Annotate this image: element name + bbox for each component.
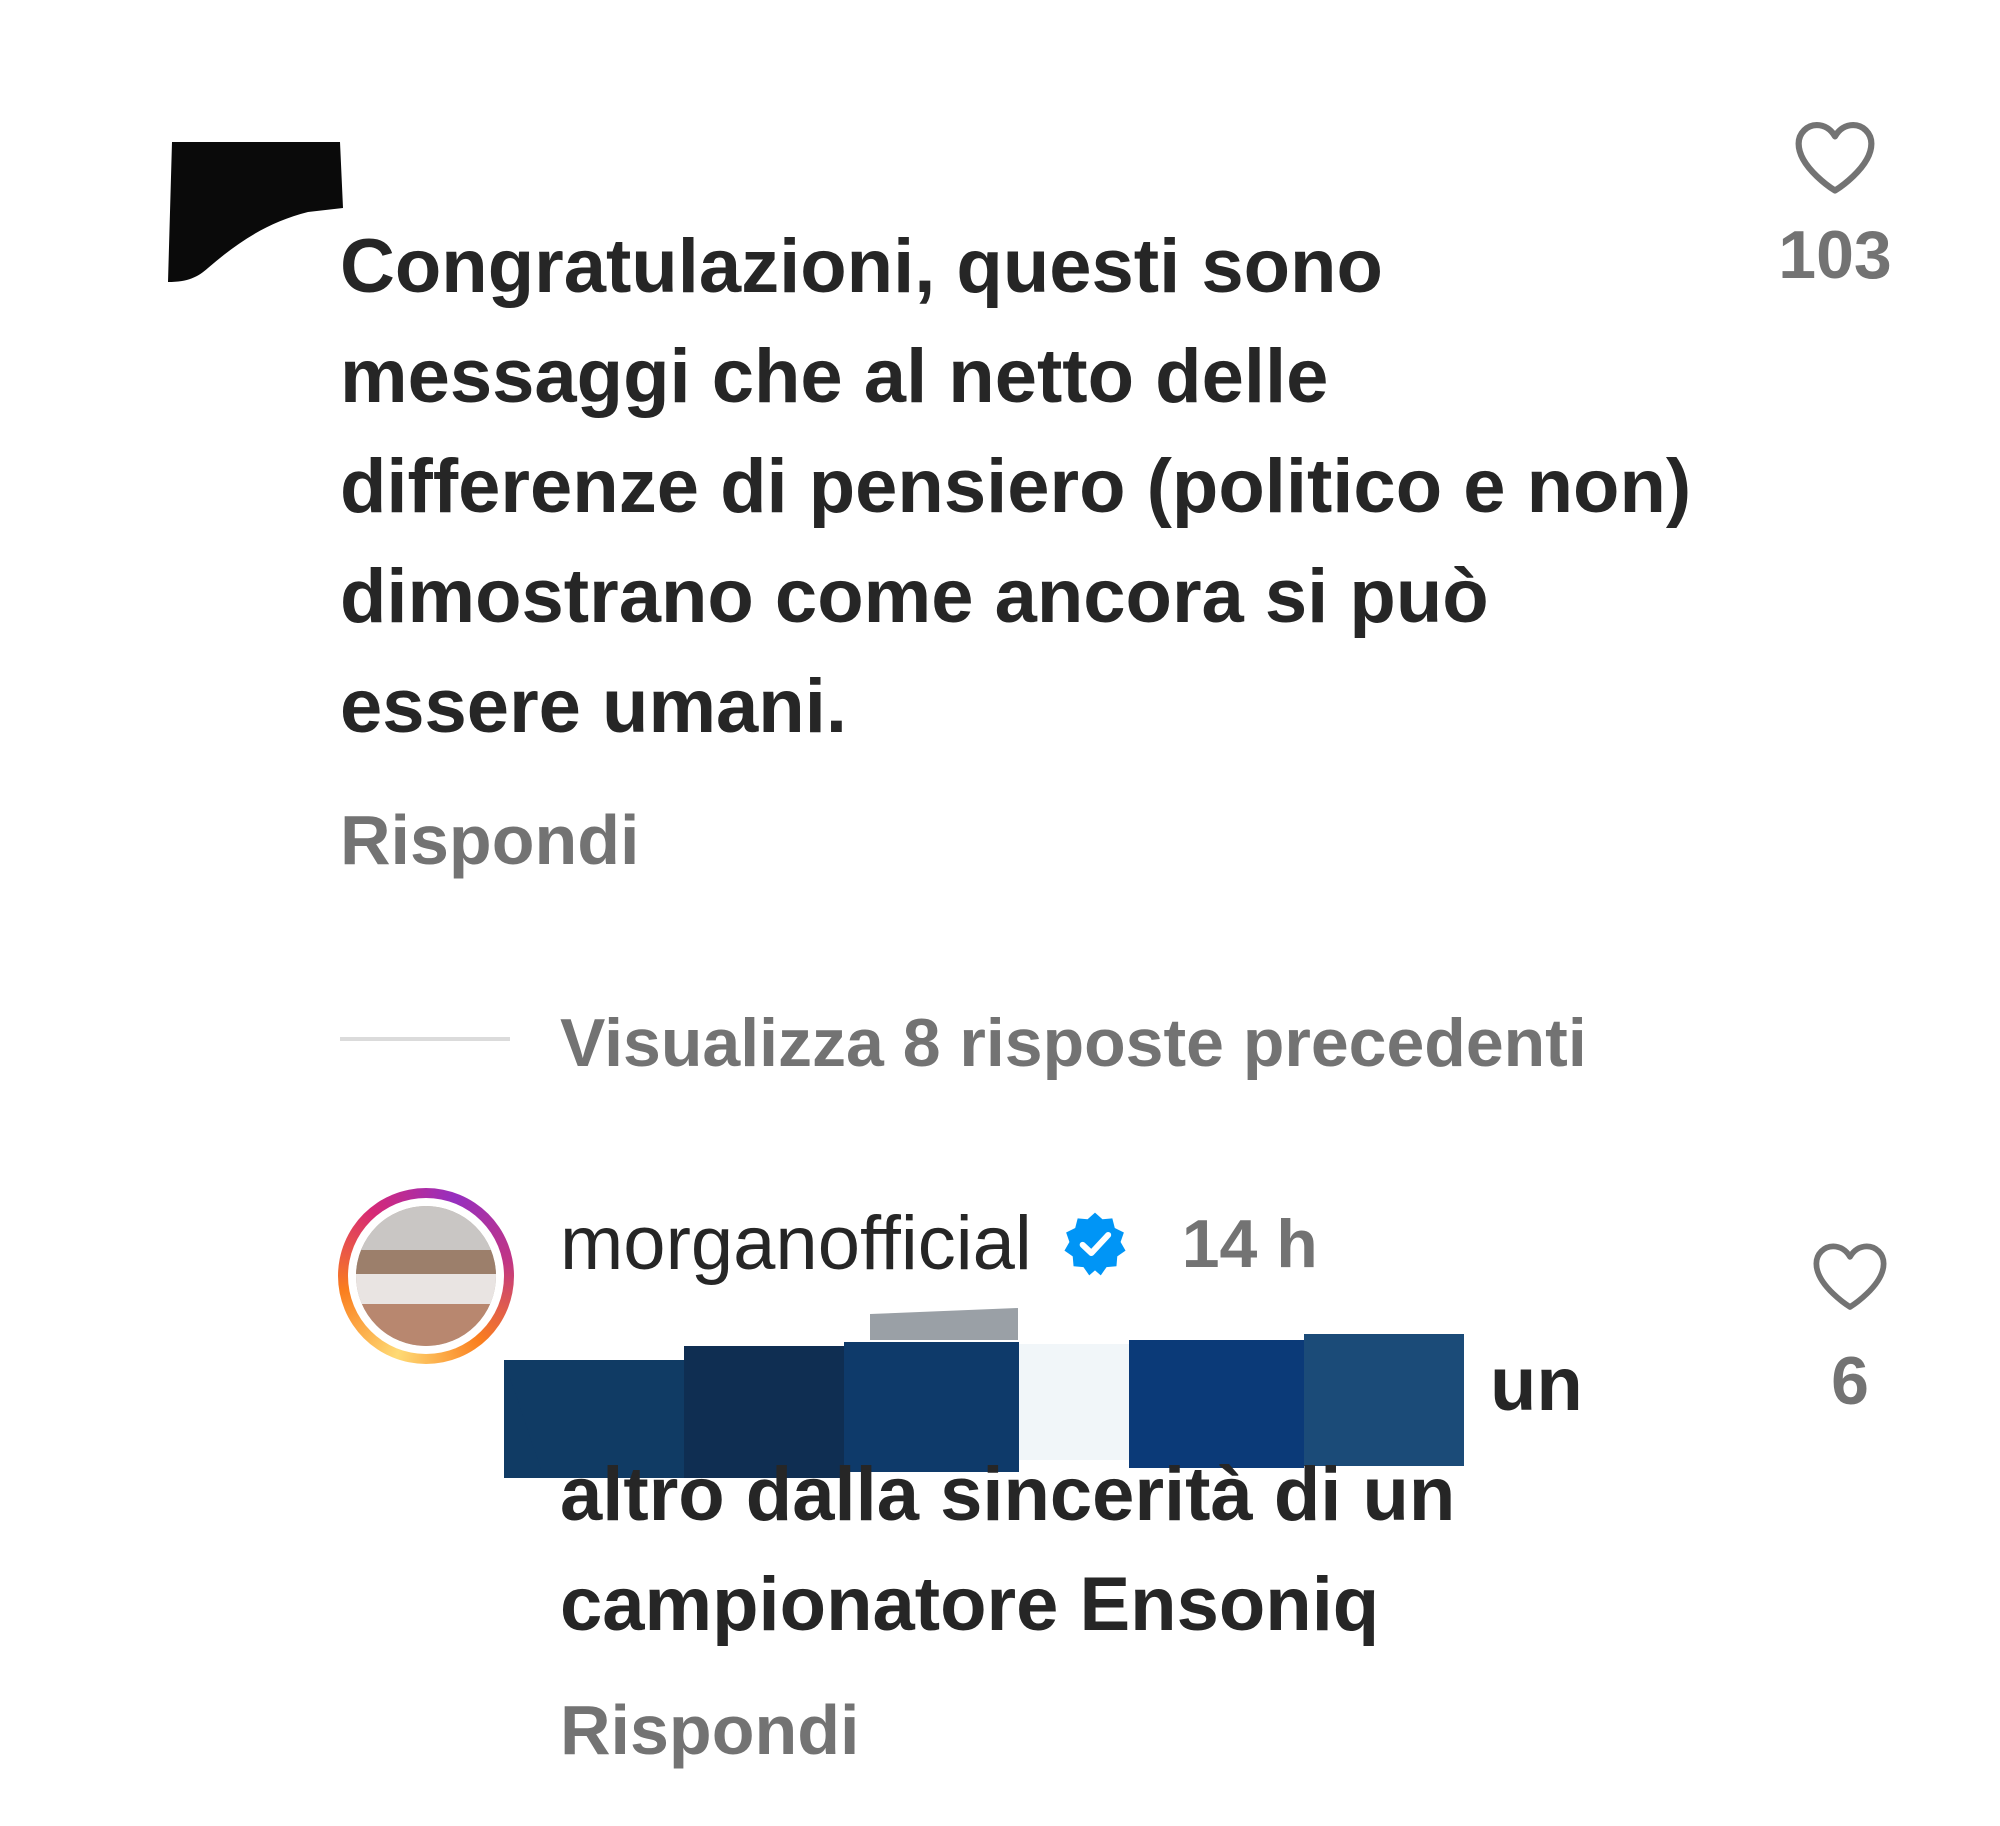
avatar-story-ring[interactable]: [338, 1188, 514, 1364]
redacted-avatar: [168, 142, 343, 282]
view-previous-replies-button[interactable]: Visualizza 8 risposte precedenti: [560, 1004, 1587, 1082]
avatar: [356, 1206, 496, 1346]
comment-like: 6: [1780, 1238, 1920, 1420]
replies-divider-line: [340, 1037, 510, 1041]
like-count: 103: [1778, 217, 1892, 293]
username[interactable]: morganofficial: [560, 1200, 1032, 1287]
reply-button[interactable]: Rispondi: [560, 1690, 859, 1770]
heart-outline-icon[interactable]: [1809, 1238, 1891, 1312]
comment-text-line1: un: [1490, 1342, 1583, 1427]
verified-badge-icon: [1064, 1212, 1126, 1275]
reply-header: morganofficial 14 h: [560, 1200, 1318, 1287]
timestamp: 14 h: [1181, 1205, 1318, 1282]
heart-outline-icon[interactable]: [1791, 116, 1879, 196]
comment-text: altro dalla sincerità di un campionatore…: [560, 1452, 1456, 1647]
reply-button[interactable]: Rispondi: [340, 800, 639, 880]
comment-text: Congratulazioni, questi sono messaggi ch…: [340, 224, 1713, 749]
like-count: 6: [1831, 1343, 1869, 1419]
avatar-border: [348, 1198, 504, 1354]
comment-like: 103: [1740, 116, 1930, 294]
